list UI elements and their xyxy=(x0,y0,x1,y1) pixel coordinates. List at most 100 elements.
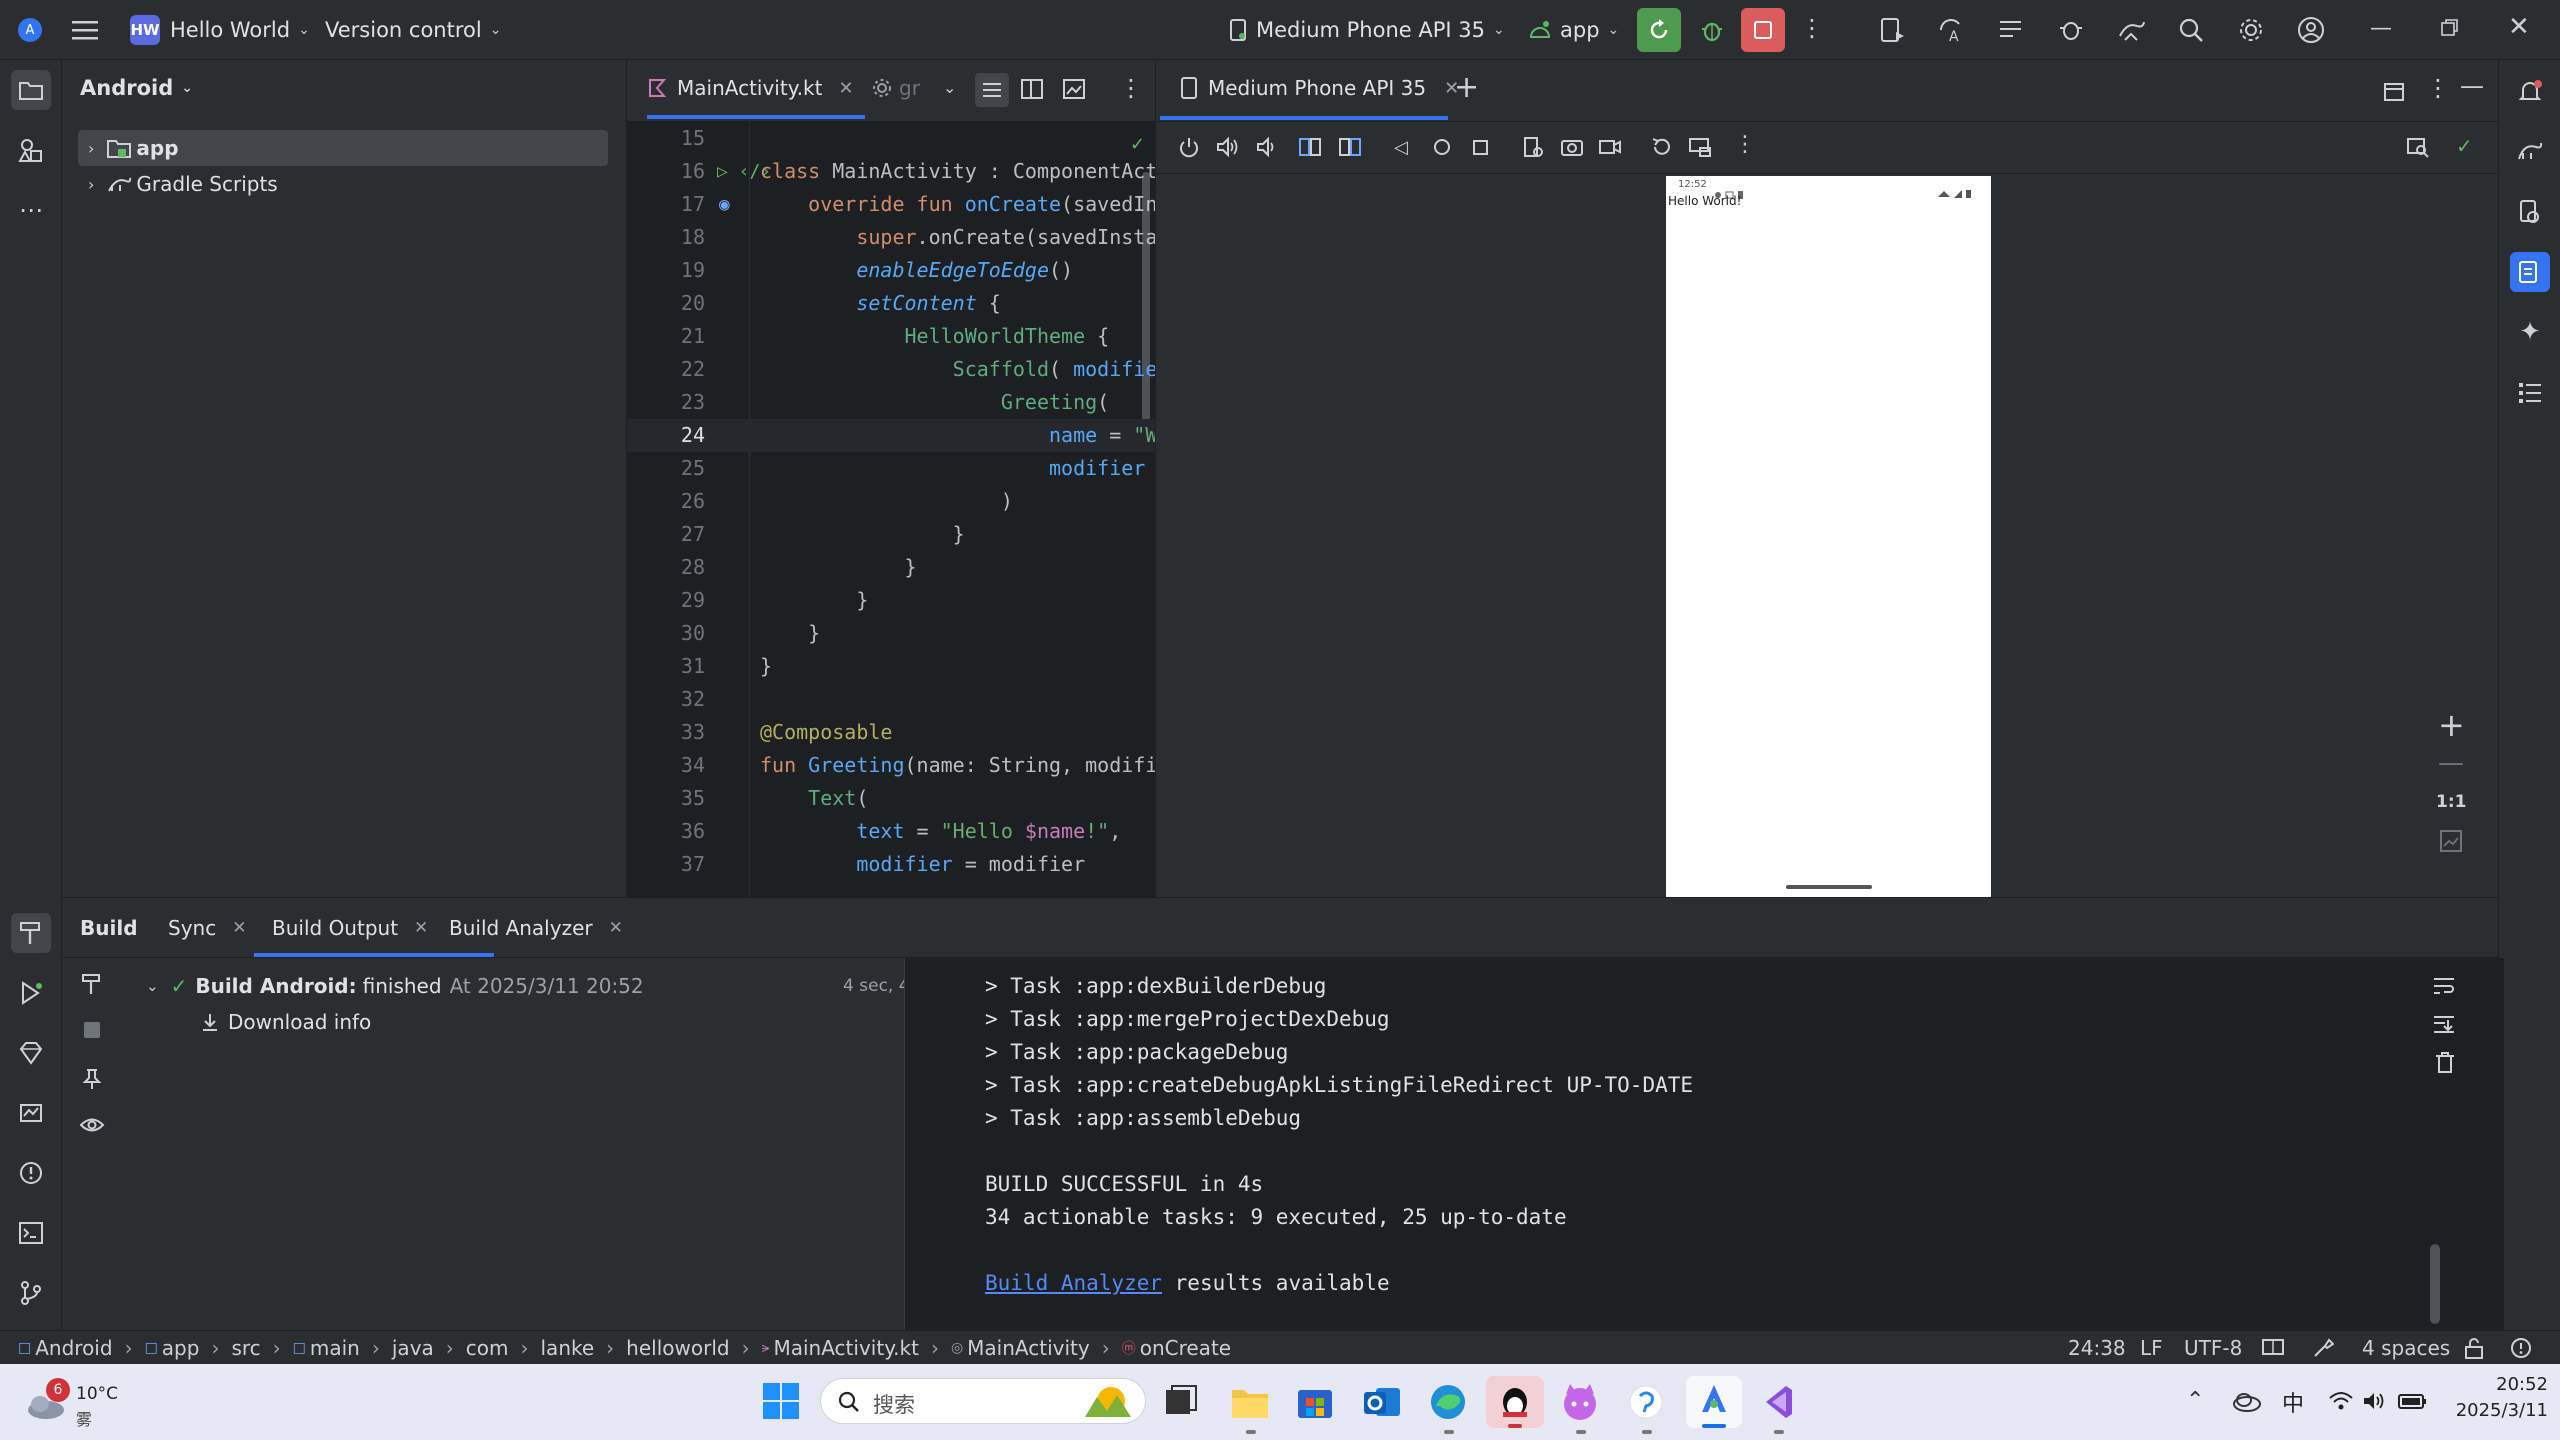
run-gutter-icon[interactable]: ▷ ‹/› xyxy=(717,155,771,188)
clock-date[interactable]: 2025/3/11 xyxy=(2438,1400,2548,1421)
tab-build-analyzer[interactable]: Build Analyzer ✕ xyxy=(449,898,623,958)
restore-window-icon[interactable] xyxy=(2440,18,2460,43)
breadcrumb-item[interactable]: java xyxy=(392,1336,434,1360)
file-explorer-icon[interactable] xyxy=(1230,1384,1270,1425)
override-gutter-icon[interactable]: ◉ xyxy=(719,188,730,221)
code-line[interactable]: 31} xyxy=(627,650,1155,683)
phone-screen[interactable]: 12:52 Hello World! xyxy=(1666,176,1991,897)
tab-gradle[interactable]: gr xyxy=(871,60,920,116)
code-area[interactable]: ✓ 15 16 class MainActivity : ComponentAct ▷… xyxy=(627,122,1155,897)
editor-more-icon[interactable]: ⋮ xyxy=(1119,74,1143,102)
app-inspection-button[interactable] xyxy=(11,1093,51,1133)
console-scrollbar[interactable] xyxy=(2430,1244,2440,1324)
chat-app-icon[interactable] xyxy=(1626,1382,1666,1427)
device-more-icon[interactable]: ⋮ xyxy=(1734,132,1756,157)
breadcrumb-item[interactable]: ⪫ MainActivity.kt xyxy=(762,1336,919,1360)
warning-circle-icon[interactable] xyxy=(2510,1331,2532,1365)
tray-overflow-chevron-icon[interactable]: ⌃ xyxy=(2186,1388,2204,1413)
run-tool-button[interactable] xyxy=(11,973,51,1013)
device-selector[interactable]: Medium Phone API 35 ⌄ xyxy=(1228,0,1505,60)
volume-up-icon[interactable] xyxy=(1216,136,1240,163)
code-line[interactable]: 16 class MainActivity : ComponentAct ▷ ‹/› xyxy=(627,155,1155,188)
home-icon[interactable] xyxy=(1432,137,1452,162)
main-menu-button[interactable] xyxy=(72,0,98,60)
snapshot-icon[interactable] xyxy=(1522,136,1544,163)
debug-button[interactable] xyxy=(1690,8,1734,52)
clock-time[interactable]: 20:52 xyxy=(2448,1374,2548,1395)
settings-gear-icon[interactable] xyxy=(2237,16,2265,49)
code-style-icon[interactable] xyxy=(2312,1331,2334,1365)
code-line[interactable]: 25 modifier xyxy=(627,452,1155,485)
code-line[interactable]: 34 fun Greeting(name: String, modifi xyxy=(627,749,1155,782)
trash-icon[interactable] xyxy=(2435,1052,2455,1079)
phone-gesture-bar[interactable] xyxy=(1786,885,1872,889)
tab-sync[interactable]: Sync ✕ xyxy=(168,898,246,958)
code-line[interactable]: 26 ) xyxy=(627,485,1155,518)
overview-icon[interactable] xyxy=(1472,138,1490,162)
resource-manager-button[interactable] xyxy=(11,130,51,170)
code-line[interactable]: 18 super.onCreate(savedInsta xyxy=(627,221,1155,254)
logcat-icon[interactable] xyxy=(1997,16,2025,49)
reader-mode-icon[interactable] xyxy=(2262,1331,2284,1365)
gemini-sparkle-icon[interactable]: ✦ xyxy=(2510,312,2550,352)
minimize-window-icon[interactable]: — xyxy=(2370,16,2392,41)
gradle-sync-icon[interactable] xyxy=(2117,16,2147,49)
visual-studio-icon[interactable] xyxy=(1758,1382,1798,1427)
soft-wrap-icon[interactable] xyxy=(2433,976,2455,1001)
mirror-settings-icon[interactable] xyxy=(1688,136,1712,163)
breadcrumb-item[interactable]: lanke xyxy=(541,1336,595,1360)
volume-down-icon[interactable] xyxy=(1256,136,1278,163)
run-config-selector[interactable]: app ⌄ xyxy=(1528,0,1619,60)
running-devices-button[interactable] xyxy=(2510,252,2550,292)
apply-changes-button[interactable] xyxy=(1637,8,1681,52)
project-view-selector[interactable]: Android ⌄ xyxy=(80,76,193,100)
wifi-icon[interactable] xyxy=(2328,1390,2354,1417)
account-icon[interactable] xyxy=(2297,16,2325,49)
problems-button[interactable] xyxy=(11,1153,51,1193)
project-tool-button[interactable] xyxy=(11,70,51,110)
build-tool-button[interactable] xyxy=(11,913,51,953)
more-tools-icon[interactable]: ⋯ xyxy=(11,190,51,230)
rotate-left-icon[interactable] xyxy=(1298,136,1322,163)
lock-icon[interactable] xyxy=(2464,1331,2484,1365)
weather-widget[interactable]: 6 10°C 雾 xyxy=(24,1378,154,1429)
breadcrumb-item[interactable]: helloworld xyxy=(626,1336,729,1360)
zoom-out-icon[interactable]: — xyxy=(2438,748,2464,778)
screenshot-icon[interactable] xyxy=(1560,136,1584,163)
terminal-button[interactable] xyxy=(11,1213,51,1253)
code-line[interactable]: 37 modifier = modifier xyxy=(627,848,1155,881)
structure-button[interactable] xyxy=(2510,372,2550,412)
code-view-button[interactable] xyxy=(975,73,1009,107)
tree-item-app[interactable]: › app xyxy=(78,130,608,166)
zoom-fit-icon[interactable] xyxy=(2440,830,2462,857)
tab-list-chevron-icon[interactable]: ⌄ xyxy=(943,78,956,97)
tree-item-gradle-scripts[interactable]: › Gradle Scripts xyxy=(78,166,608,202)
rotate-right-icon[interactable] xyxy=(1338,136,1362,163)
rebuild-hammer-icon[interactable] xyxy=(80,972,104,1001)
code-line[interactable]: 23 Greeting( xyxy=(627,386,1155,419)
version-control-button[interactable] xyxy=(11,1273,51,1313)
search-icon[interactable] xyxy=(2177,16,2205,49)
code-line[interactable]: 35 Text( xyxy=(627,782,1155,815)
power-icon[interactable] xyxy=(1178,136,1200,163)
design-view-icon[interactable] xyxy=(1063,79,1085,104)
close-tab-icon[interactable]: ✕ xyxy=(609,918,623,938)
breadcrumb-item[interactable]: □ app xyxy=(145,1336,200,1360)
build-analyzer-link[interactable]: Build Analyzer xyxy=(985,1271,1162,1295)
taskbar-search-box[interactable]: 搜索 xyxy=(820,1378,1146,1424)
android-studio-taskbar-button[interactable] xyxy=(1686,1376,1742,1428)
app-quality-button[interactable] xyxy=(11,1033,51,1073)
code-line[interactable]: 30 } xyxy=(627,617,1155,650)
back-icon[interactable]: ◁ xyxy=(1394,137,1408,158)
close-tab-icon[interactable]: ✕ xyxy=(414,918,428,938)
device-manager-icon[interactable] xyxy=(1878,16,1906,49)
breadcrumb-item[interactable]: □ Android xyxy=(18,1336,113,1360)
code-line[interactable]: 27 } xyxy=(627,518,1155,551)
notifications-button[interactable] xyxy=(2510,72,2550,112)
eye-filter-icon[interactable] xyxy=(79,1114,106,1141)
stop-build-icon[interactable] xyxy=(84,1022,100,1038)
close-tab-icon[interactable]: ✕ xyxy=(838,78,853,99)
build-output-console[interactable]: > Task :app:dexBuilderDebug > Task :app:m… xyxy=(904,958,2504,1331)
code-line[interactable]: 22 Scaffold( modifie xyxy=(627,353,1155,386)
tab-build-output[interactable]: Build Output ✕ xyxy=(272,898,428,958)
